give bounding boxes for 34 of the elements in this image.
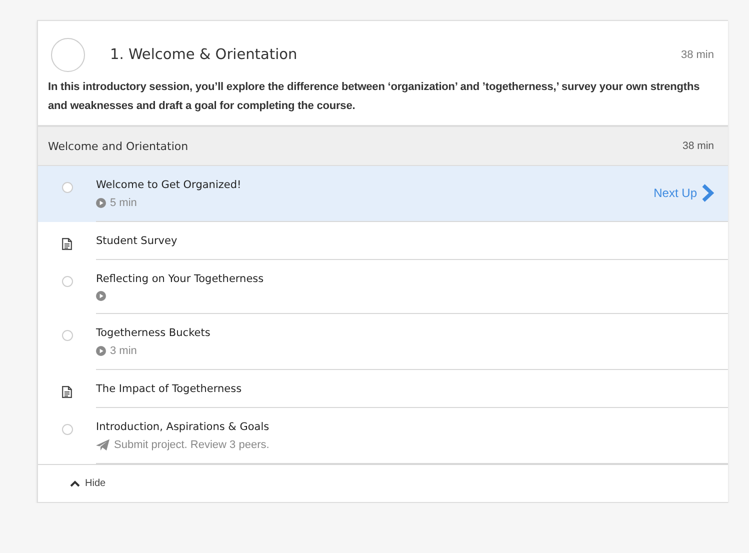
status-circle-icon <box>62 330 72 341</box>
lesson-item[interactable]: Welcome to Get Organized! 5 min Next Up <box>38 166 728 222</box>
module-description: In this introductory session, you’ll explore the difference between ‘organization’ and ’togetherness,’ survey your own strengths and weaknesses and draft a goal for completing the course. <box>48 80 701 114</box>
lesson-title: Introduction, Aspirations & Goals <box>96 421 270 433</box>
status-circle-icon <box>62 182 72 193</box>
lesson-meta: 5 min <box>110 197 137 209</box>
document-icon <box>62 386 72 398</box>
progress-circle-icon <box>51 38 85 72</box>
lesson-title: The Impact of Togetherness <box>96 383 243 395</box>
section-title: Welcome and Orientation <box>48 140 188 152</box>
chevron-right-icon <box>702 184 714 202</box>
chevron-up-icon <box>70 480 80 487</box>
paper-plane-icon <box>96 439 110 451</box>
status-circle-icon <box>62 424 72 435</box>
document-icon <box>62 238 72 250</box>
lesson-title: Welcome to Get Organized! <box>96 179 242 191</box>
lesson-item[interactable]: Reflecting on Your Togetherness <box>38 260 728 314</box>
lesson-title: Togetherness Buckets <box>96 327 212 339</box>
play-icon <box>96 198 106 208</box>
lesson-title: Student Survey <box>96 235 178 247</box>
play-icon <box>96 346 106 356</box>
hide-toggle[interactable]: Hide <box>38 464 728 502</box>
lesson-meta: Submit project. Review 3 peers. <box>114 439 270 451</box>
lesson-item[interactable]: Student Survey <box>38 222 728 260</box>
lesson-item[interactable]: The Impact of Togetherness <box>38 370 728 408</box>
status-circle-icon <box>62 276 72 287</box>
play-icon <box>96 291 106 301</box>
lesson-meta: 3 min <box>110 345 137 357</box>
lesson-item[interactable]: Introduction, Aspirations & Goals Submit project. Review 3 peers. <box>38 408 728 464</box>
lesson-title: Reflecting on Your Togetherness <box>96 273 265 285</box>
section-duration: 38 min <box>682 140 714 152</box>
lesson-item[interactable]: Togetherness Buckets 3 min <box>38 314 728 370</box>
module-duration: 38 min <box>680 49 714 61</box>
module-title: 1. Welcome & Orientation <box>110 47 298 63</box>
